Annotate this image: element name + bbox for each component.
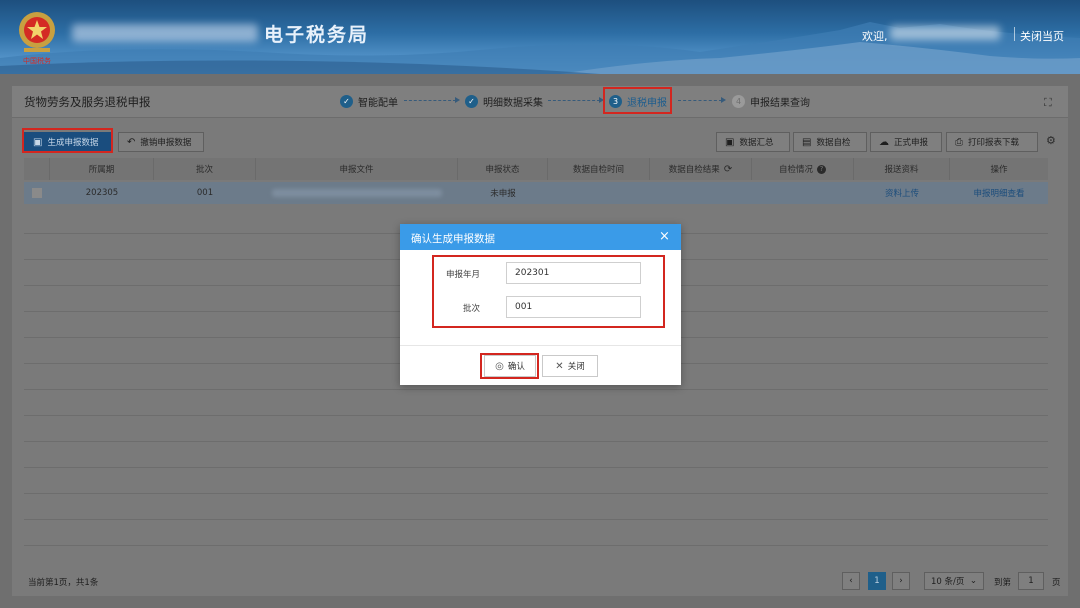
- step-arrow: [548, 97, 604, 103]
- tax-bureau-emblem-icon: 中国税务: [19, 12, 55, 65]
- blurred-file-name: [272, 189, 442, 197]
- step-number-icon: 4: [732, 95, 745, 108]
- print-download-label: 打印报表下载: [968, 138, 1020, 148]
- chart-icon: ▣: [725, 136, 735, 148]
- table-row[interactable]: 202305 001 未申报 资料上传 申报明细查看: [24, 182, 1048, 204]
- check-result-cell: [650, 182, 752, 204]
- next-page-button[interactable]: ›: [892, 572, 910, 590]
- data-self-check-label: 数据自检: [816, 138, 851, 148]
- dialog-title: 确认生成申报数据: [411, 233, 495, 245]
- row-divider: [24, 389, 1048, 390]
- step-result-query[interactable]: 4 申报结果查询: [732, 94, 810, 109]
- cloud-upload-icon: ☁: [879, 136, 889, 148]
- top-banner: 中国税务 电子税务局 欢迎, 关闭当页: [0, 0, 1080, 74]
- row-divider: [24, 519, 1048, 520]
- confirm-generate-dialog: 确认生成申报数据 × 申报年月 批次 ◎ 确认 ✕ 关闭: [400, 224, 681, 385]
- row-checkbox[interactable]: [32, 188, 42, 198]
- site-title: 电子税务局: [264, 24, 370, 46]
- revoke-data-label: 撤销申报数据: [140, 138, 192, 148]
- close-label: 关闭: [567, 362, 585, 372]
- row-checkbox-cell: [24, 182, 50, 204]
- column-header-label: 数据自检结果: [668, 165, 720, 175]
- printer-icon: ⎙: [955, 136, 963, 148]
- refresh-icon[interactable]: ⟳: [724, 164, 732, 175]
- step-label: 申报结果查询: [750, 98, 810, 109]
- prev-page-button[interactable]: ‹: [842, 572, 860, 590]
- page-size-select[interactable]: 10 条/页 ⌄: [924, 572, 984, 590]
- page-size-value: 10 条/页: [931, 577, 965, 587]
- goto-page-input[interactable]: 1: [1018, 572, 1044, 590]
- self-check-status-header: 自检情况 ?: [752, 158, 854, 180]
- declare-file-cell: [256, 182, 458, 204]
- row-divider: [24, 415, 1048, 416]
- highlight-current-step: [603, 87, 672, 114]
- chevron-left-icon: ‹: [849, 576, 853, 586]
- status-cell: 未申报: [490, 189, 516, 199]
- self-check-result-header: 数据自检结果 ⟳: [650, 158, 752, 180]
- close-button[interactable]: ✕ 关闭: [542, 355, 598, 377]
- column-header: 所属期: [50, 158, 154, 180]
- highlight-confirm-button: [480, 353, 539, 379]
- blurred-region-name: [72, 24, 258, 42]
- close-page-link[interactable]: 关闭当页: [1020, 28, 1064, 44]
- header-separator: [1014, 27, 1015, 41]
- check-time-cell: [548, 182, 650, 204]
- row-divider: [24, 493, 1048, 494]
- svg-text:中国税务: 中国税务: [23, 56, 51, 65]
- step-arrow: [404, 97, 460, 103]
- print-download-button[interactable]: ⎙ 打印报表下载: [946, 132, 1038, 152]
- step-label: 智能配单: [358, 98, 398, 109]
- welcome-text: 欢迎,: [862, 30, 888, 43]
- column-header: 报送资料: [854, 158, 950, 180]
- row-divider: [24, 467, 1048, 468]
- blurred-user-name: [890, 26, 1000, 40]
- formal-declare-label: 正式申报: [894, 138, 929, 148]
- select-all-column: [24, 158, 50, 180]
- data-summary-label: 数据汇总: [739, 138, 774, 148]
- row-divider: [24, 545, 1048, 546]
- panel-header: 货物劳务及服务退税申报 ✓ 智能配单 ✓ 明细数据采集 3 退税申报 4 申报结…: [12, 86, 1068, 118]
- step-detail-collection[interactable]: ✓ 明细数据采集: [465, 94, 543, 109]
- column-header: 申报文件: [256, 158, 458, 180]
- goto-label: 到第: [994, 578, 1012, 588]
- column-header: 数据自检时间: [548, 158, 650, 180]
- step-label: 明细数据采集: [483, 98, 543, 109]
- document-check-icon: ▤: [802, 136, 812, 148]
- page-unit-label: 页: [1052, 578, 1061, 588]
- view-details-link[interactable]: 申报明细查看: [950, 182, 1048, 204]
- formal-declare-button[interactable]: ☁ 正式申报: [870, 132, 942, 152]
- chevron-down-icon: ⌄: [969, 576, 977, 586]
- undo-icon: ↶: [127, 136, 136, 148]
- page-info: 当前第1页，共1条: [28, 578, 99, 588]
- column-header: 批次: [154, 158, 256, 180]
- column-header: 操作: [990, 165, 1008, 175]
- table-header: 所属期 批次 申报文件 申报状态 数据自检时间 数据自检结果 ⟳ 自检情况 ? …: [24, 158, 1048, 180]
- column-header-label: 自检情况: [778, 165, 813, 175]
- check-icon: ✓: [465, 95, 478, 108]
- column-header: 申报状态: [458, 158, 548, 180]
- batch-cell: 001: [196, 188, 214, 198]
- highlight-generate-button: [22, 128, 113, 153]
- current-page-button[interactable]: 1: [868, 572, 886, 590]
- check-status-cell: [752, 182, 854, 204]
- period-cell: 202305: [85, 188, 119, 198]
- chevron-right-icon: ›: [899, 576, 903, 586]
- fullscreen-icon[interactable]: ⛶: [1044, 96, 1052, 110]
- revoke-data-button[interactable]: ↶ 撤销申报数据: [118, 132, 204, 152]
- data-summary-button[interactable]: ▣ 数据汇总: [716, 132, 790, 152]
- step-arrow: [678, 97, 726, 103]
- upload-materials-link[interactable]: 资料上传: [854, 182, 950, 204]
- row-divider: [24, 441, 1048, 442]
- dialog-footer: ◎ 确认 ✕ 关闭: [400, 345, 681, 385]
- check-icon: ✓: [340, 95, 353, 108]
- step-smart-match[interactable]: ✓ 智能配单: [340, 94, 398, 109]
- column-settings-icon[interactable]: ⚙: [1046, 134, 1056, 147]
- highlight-form-fields: [432, 255, 665, 328]
- close-icon: ✕: [555, 360, 564, 372]
- data-self-check-button[interactable]: ▤ 数据自检: [793, 132, 867, 152]
- help-icon[interactable]: ?: [817, 164, 826, 174]
- page-title: 货物劳务及服务退税申报: [24, 95, 151, 109]
- close-icon[interactable]: ×: [659, 229, 670, 244]
- dialog-header: 确认生成申报数据 ×: [400, 224, 681, 250]
